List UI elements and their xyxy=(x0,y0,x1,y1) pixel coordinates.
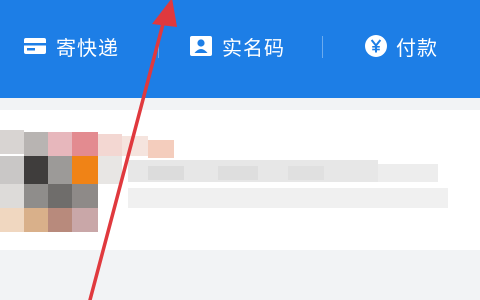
divider xyxy=(322,36,323,58)
payment-label: 付款 xyxy=(396,35,438,60)
package-icon xyxy=(22,36,48,56)
real-name-code-button[interactable]: 实名码 xyxy=(188,28,285,64)
content-card[interactable] xyxy=(0,110,480,250)
real-name-code-label: 实名码 xyxy=(222,35,285,60)
id-card-icon xyxy=(188,35,214,57)
yuan-icon xyxy=(364,34,388,58)
send-express-label: 寄快递 xyxy=(56,35,119,60)
blurred-text xyxy=(128,160,448,208)
payment-button[interactable]: 付款 xyxy=(364,28,438,64)
quick-action-bar: 寄快递 实名码 付款 xyxy=(0,0,480,98)
send-express-button[interactable]: 寄快递 xyxy=(22,28,119,64)
divider xyxy=(158,36,159,58)
